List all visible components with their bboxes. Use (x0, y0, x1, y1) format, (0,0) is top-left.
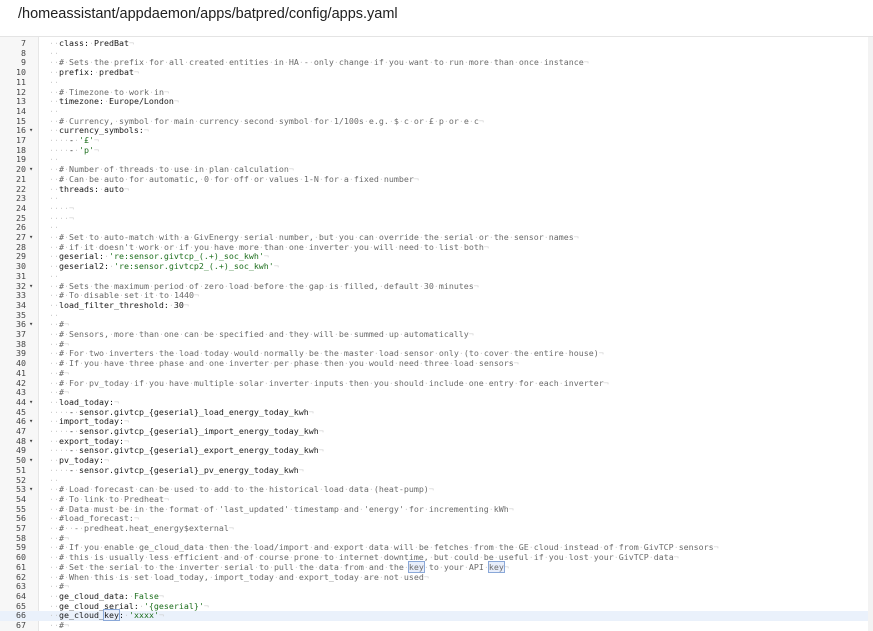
code-line[interactable]: 16 ▾ ··currency_symbols:¬ (0, 125, 868, 136)
code-line[interactable]: 25 ····¬ (0, 213, 868, 224)
code-line[interactable]: 18 ····-·'p'¬ (0, 145, 868, 156)
code-line[interactable]: 21 ··#·Can·be·auto·for·automatic,·0·for·o… (0, 174, 868, 185)
file-header: /homeassistant/appdaemon/apps/batpred/co… (0, 0, 873, 34)
code-line[interactable]: 40 ··#·If·you·have·three·phase·and·one·in… (0, 358, 868, 369)
code-line[interactable]: 51 ····-·sensor.givtcp_{geserial}_pv_ener… (0, 464, 868, 476)
code-line[interactable]: 22 ··threads:·auto¬ (0, 183, 868, 195)
file-path-title: /homeassistant/appdaemon/apps/batpred/co… (18, 6, 398, 22)
line-content: ··threads:·auto¬ (49, 183, 129, 194)
line-content: ··#··-·predheat.heat_energy$external¬ (49, 523, 234, 533)
editor-scrollbar[interactable] (868, 37, 873, 631)
search-match-highlight: key (407, 560, 425, 573)
line-content: ··#·Sensors,·more·than·one·can·be·specif… (49, 329, 474, 339)
fold-toggle-icon[interactable]: ▾ (29, 437, 33, 447)
fold-toggle-icon[interactable]: ▾ (29, 233, 33, 243)
code-line[interactable]: 13 ··timezone:·Europe/London¬ (0, 96, 868, 107)
line-content: ··load_filter_threshold:·30¬ (49, 299, 189, 310)
line-content: ··#·When·this·is·set·load_today,·import_… (49, 571, 429, 582)
code-line[interactable]: 34 ··load_filter_threshold:·30¬ (0, 299, 868, 311)
code-editor[interactable]: 7 ··class:·PredBat¬ 8 ·· 9 ··#·Sets·the·prefi… (0, 36, 873, 631)
line-content: ··#·If·you·have·three·phase·and·one·inve… (49, 358, 519, 369)
code-line[interactable]: 62 ··#·When·this·is·set·load_today,·impor… (0, 571, 868, 583)
fold-toggle-icon[interactable]: ▾ (29, 456, 33, 466)
line-content: ····-·sensor.givtcp_{geserial}_pv_energy… (49, 464, 304, 475)
code-line[interactable]: 17 ····-·'£'¬ (0, 135, 868, 146)
line-content: ··#·For·pv_today·if·you·have·multiple·so… (49, 377, 609, 388)
code-line[interactable]: 7 ··class:·PredBat¬ (0, 38, 868, 49)
fold-toggle-icon[interactable]: ▾ (29, 165, 33, 175)
fold-toggle-icon[interactable]: ▾ (29, 417, 33, 427)
fold-toggle-icon[interactable]: ▾ (29, 282, 33, 292)
code-line[interactable]: 23 ·· (0, 193, 868, 204)
search-match-highlight: key (102, 609, 120, 622)
fold-toggle-icon[interactable]: ▾ (29, 320, 33, 330)
line-content: ··timezone:·Europe/London¬ (49, 96, 179, 107)
code-line[interactable]: 57 ··#··-·predheat.heat_energy$external¬ (0, 523, 868, 534)
fold-toggle-icon[interactable]: ▾ (29, 485, 33, 495)
line-number: 67 (16, 620, 26, 630)
line-content: ··geserial2:·'re:sensor.givtcp2_(.+)_soc… (49, 261, 279, 272)
code-line[interactable]: 66 ··ge_cloud_key:·'xxxx'¬ (0, 609, 868, 622)
line-content: ··prefix:·predbat¬ (49, 67, 139, 78)
code-line[interactable]: 37 ··#·Sensors,·more·than·one·can·be·spec… (0, 329, 868, 340)
code-line[interactable]: 43 ··#¬ (0, 387, 868, 398)
code-line[interactable]: 24 ····¬ (0, 203, 868, 214)
code-line[interactable]: 67 ··#¬ (0, 620, 868, 631)
code-line[interactable]: 10 ··prefix:·predbat¬ (0, 67, 868, 78)
code-line[interactable]: 49 ····-·sensor.givtcp_{geserial}_export_… (0, 446, 868, 456)
fold-toggle-icon[interactable]: ▾ (29, 126, 33, 136)
code-line[interactable]: 45 ····-·sensor.givtcp_{geserial}_load_en… (0, 407, 868, 418)
code-line[interactable]: 47 ····-·sensor.givtcp_{geserial}_import_… (0, 426, 868, 437)
fold-toggle-icon[interactable]: ▾ (29, 398, 33, 408)
code-line[interactable]: 35 ·· (0, 310, 868, 321)
line-content: ··class:·PredBat¬ (49, 38, 134, 48)
line-content: ··#¬ (49, 620, 69, 630)
code-line[interactable]: 42 ··#·For·pv_today·if·you·have·multiple·… (0, 377, 868, 389)
code-line[interactable]: 30 ··geserial2:·'re:sensor.givtcp2_(.+)_s… (0, 261, 868, 272)
search-match-highlight: key (487, 560, 505, 573)
